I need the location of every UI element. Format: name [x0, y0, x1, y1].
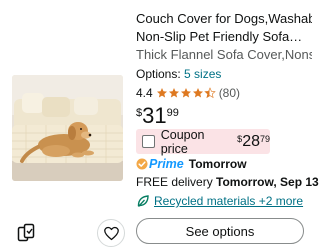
coupon-price: $ 28 79 [237, 133, 270, 150]
rating-value: 4.4 [136, 86, 153, 100]
price: $ 31 99 [136, 104, 179, 128]
wishlist-button[interactable] [97, 219, 125, 247]
compare-button[interactable] [15, 222, 37, 244]
rating-row[interactable]: 4.4 (80) [136, 86, 240, 100]
image-column [0, 0, 131, 250]
star-half-icon [203, 87, 216, 99]
star-icon [168, 88, 179, 98]
leaf-icon [137, 195, 149, 207]
product-photo [12, 75, 123, 181]
star-icon [180, 88, 191, 98]
delivery-info: FREE delivery Tomorrow, Sep 13 [136, 175, 319, 189]
compare-icon [17, 223, 35, 242]
star-icon [192, 88, 203, 98]
product-title-line-1: Couch Cover for Dogs,Washable [136, 11, 312, 26]
heart-icon [103, 226, 119, 240]
see-options-button[interactable]: See options [136, 218, 304, 244]
product-info: Couch Cover for Dogs,Washable Non-Slip P… [136, 10, 312, 64]
price-whole: 31 [142, 103, 167, 128]
coupon-label: Coupon price [160, 127, 205, 156]
options-label: Options: [136, 67, 181, 81]
product-card: Couch Cover for Dogs,Washable Non-Slip P… [0, 0, 319, 250]
delivery-prefix: FREE delivery [136, 175, 213, 189]
options-row: Options: 5 sizes [136, 67, 221, 81]
sustainability-link[interactable]: Recycled materials +2 more [136, 194, 303, 208]
prime-row: Prime Tomorrow [136, 157, 247, 171]
product-image[interactable] [12, 75, 123, 181]
coupon-badge[interactable]: Coupon price $ 28 79 [136, 127, 270, 156]
prime-delivery-day: Tomorrow [188, 157, 247, 171]
options-sizes-link[interactable]: 5 sizes [184, 67, 221, 81]
coupon-price-fraction: 79 [259, 134, 270, 144]
delivery-date: Tomorrow, Sep 13 [216, 175, 319, 189]
coupon-checkbox[interactable] [142, 135, 155, 148]
coupon-price-whole: 28 [242, 133, 260, 150]
star-icon [156, 88, 167, 98]
product-subtitle: Thick Flannel Sofa Cover,Nons… [136, 47, 312, 62]
product-title-line-2: Non-Slip Pet Friendly Sofa… [136, 29, 303, 44]
prime-label: Prime [149, 157, 184, 171]
star-rating [156, 87, 216, 99]
price-fraction: 99 [166, 107, 179, 119]
sustainability-link-text: Recycled materials +2 more [154, 194, 304, 208]
review-count: (80) [218, 86, 241, 100]
product-title[interactable]: Couch Cover for Dogs,Washable Non-Slip P… [136, 10, 312, 46]
prime-check-icon [136, 158, 148, 170]
